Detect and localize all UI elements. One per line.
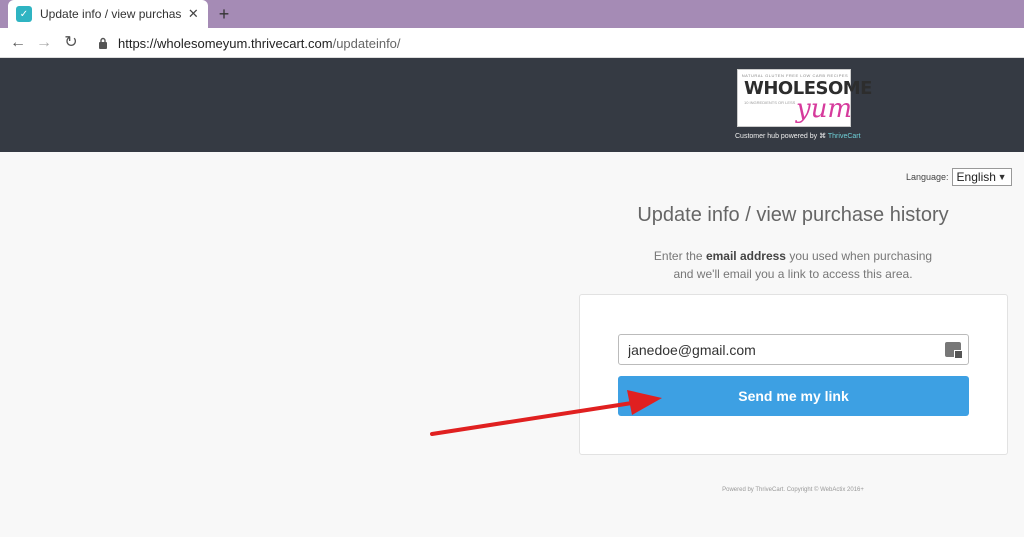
annotation-arrow-icon bbox=[430, 390, 662, 436]
